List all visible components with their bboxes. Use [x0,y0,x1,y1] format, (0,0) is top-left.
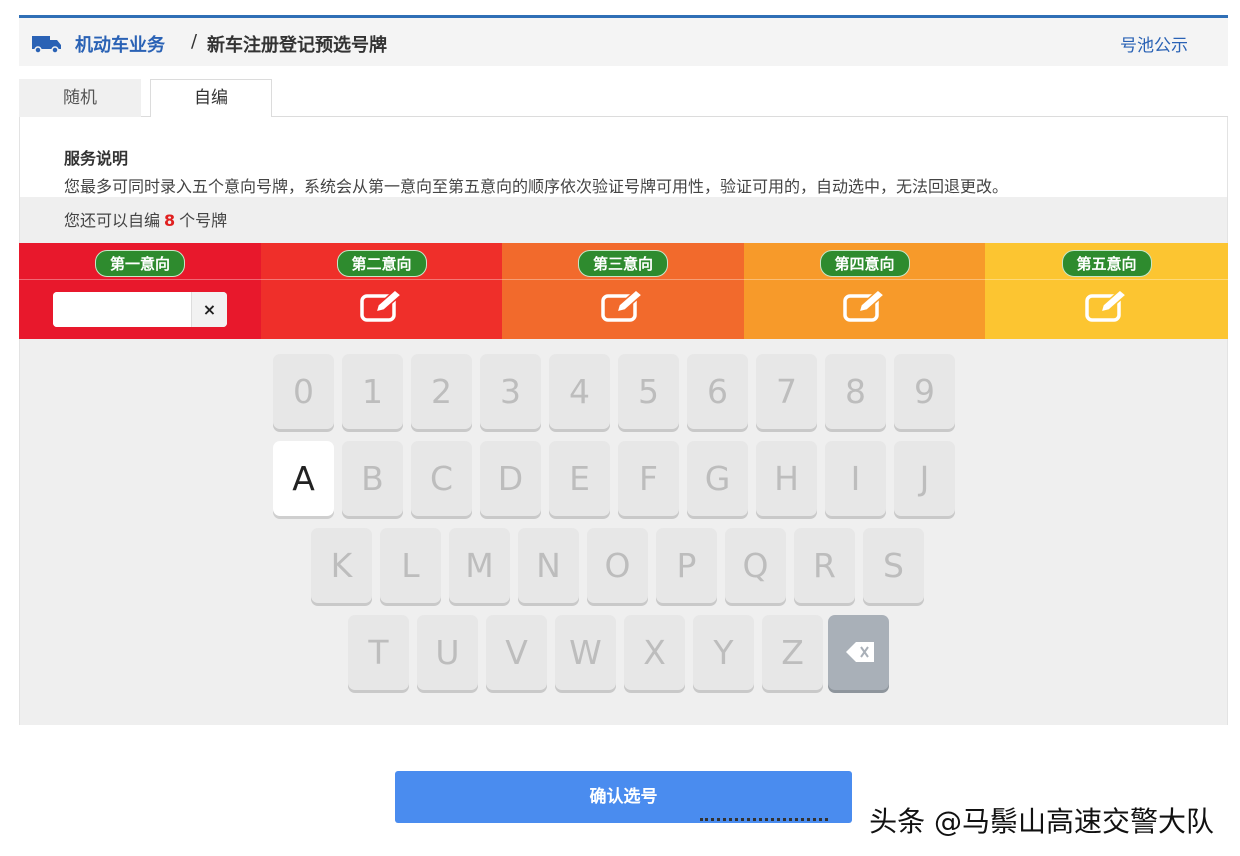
preference-5: 第五意向 [985,243,1228,339]
backspace-key[interactable] [828,615,889,690]
key[interactable]: 3 [480,354,541,429]
key[interactable]: R [794,528,855,603]
key-active[interactable]: A [273,441,334,516]
key[interactable]: 9 [894,354,955,429]
truck-icon [32,36,61,54]
remaining-prefix: 您还可以自编 [64,211,161,230]
key[interactable]: G [687,441,748,516]
key[interactable]: X [624,615,685,690]
remaining-count-text: 您还可以自编 8 个号牌 [64,207,227,231]
key[interactable]: 4 [549,354,610,429]
preference-5-header: 第五意向 [985,243,1228,280]
preference-1: 第一意向 × [19,243,261,339]
tab-random[interactable]: 随机 [19,79,141,117]
edit-icon[interactable] [359,290,404,322]
preference-4-header: 第四意向 [744,243,985,280]
key[interactable]: C [411,441,472,516]
preference-2: 第二意向 [261,243,502,339]
preference-3-header: 第三意向 [502,243,744,280]
key[interactable]: D [480,441,541,516]
key[interactable]: K [311,528,372,603]
key[interactable]: L [380,528,441,603]
preference-3: 第三意向 [502,243,744,339]
confirm-selection-button[interactable]: 确认选号 [395,771,852,823]
page-header: 机动车业务 / 新车注册登记预选号牌 号池公示 [19,18,1228,66]
key[interactable]: S [863,528,924,603]
preference-3-badge: 第三意向 [577,250,669,277]
tab-bar: 随机 自编 [19,79,1228,118]
service-info: 服务说明 您最多可同时录入五个意向号牌，系统会从第一意向至第五意向的顺序依次验证… [20,117,1227,197]
breadcrumb-vehicle-business[interactable]: 机动车业务 [75,31,165,57]
breadcrumb-separator: / [191,31,198,52]
breadcrumb-current-page: 新车注册登记预选号牌 [207,35,387,56]
preference-2-badge: 第二意向 [336,250,427,277]
service-description: 您最多可同时录入五个意向号牌，系统会从第一意向至第五意向的顺序依次验证号牌可用性… [64,177,1009,196]
service-title: 服务说明 [64,149,129,168]
preference-5-badge: 第五意向 [1061,250,1152,277]
key[interactable]: T [348,615,409,690]
preference-row: 第一意向 × 第二意向 第三意向 第四意向 第五意向 [19,243,1228,339]
key[interactable]: U [417,615,478,690]
preference-1-header: 第一意向 [19,243,261,280]
key[interactable]: B [342,441,403,516]
clear-input-button[interactable]: × [191,292,227,327]
key[interactable]: Q [725,528,786,603]
remaining-suffix: 个号牌 [179,211,228,230]
watermark-text: 头条 @马鬃山高速交警大队 [869,805,1214,838]
edit-icon[interactable] [1084,290,1129,322]
key[interactable]: E [549,441,610,516]
key[interactable]: V [486,615,547,690]
key[interactable]: 1 [342,354,403,429]
backspace-icon [846,642,874,662]
remaining-count: 8 [164,211,176,230]
preference-2-header: 第二意向 [261,243,502,280]
key[interactable]: 0 [273,354,334,429]
key[interactable]: W [555,615,616,690]
key[interactable]: 6 [687,354,748,429]
preference-4-badge: 第四意向 [819,250,910,277]
key[interactable]: P [656,528,717,603]
plate-pool-public-link[interactable]: 号池公示 [1120,31,1188,56]
preference-1-input-group: × [53,292,227,327]
plate-keyboard: 0 1 2 3 4 5 6 7 8 9 A B C D E F G H I J … [19,339,1228,725]
preference-1-badge: 第一意向 [94,250,186,277]
tab-custom[interactable]: 自编 [150,79,272,118]
key[interactable]: I [825,441,886,516]
key[interactable]: 8 [825,354,886,429]
key[interactable]: 2 [411,354,472,429]
key[interactable]: 5 [618,354,679,429]
plate-number-input[interactable] [53,292,191,327]
preference-4: 第四意向 [744,243,985,339]
key[interactable]: Y [693,615,754,690]
watermark-dots [700,818,828,826]
key[interactable]: Z [762,615,823,690]
edit-icon[interactable] [842,290,887,322]
key[interactable]: 7 [756,354,817,429]
key[interactable]: N [518,528,579,603]
edit-icon[interactable] [601,290,645,322]
key[interactable]: H [756,441,817,516]
key[interactable]: F [618,441,679,516]
key[interactable]: O [587,528,648,603]
key[interactable]: M [449,528,510,603]
key[interactable]: J [894,441,955,516]
